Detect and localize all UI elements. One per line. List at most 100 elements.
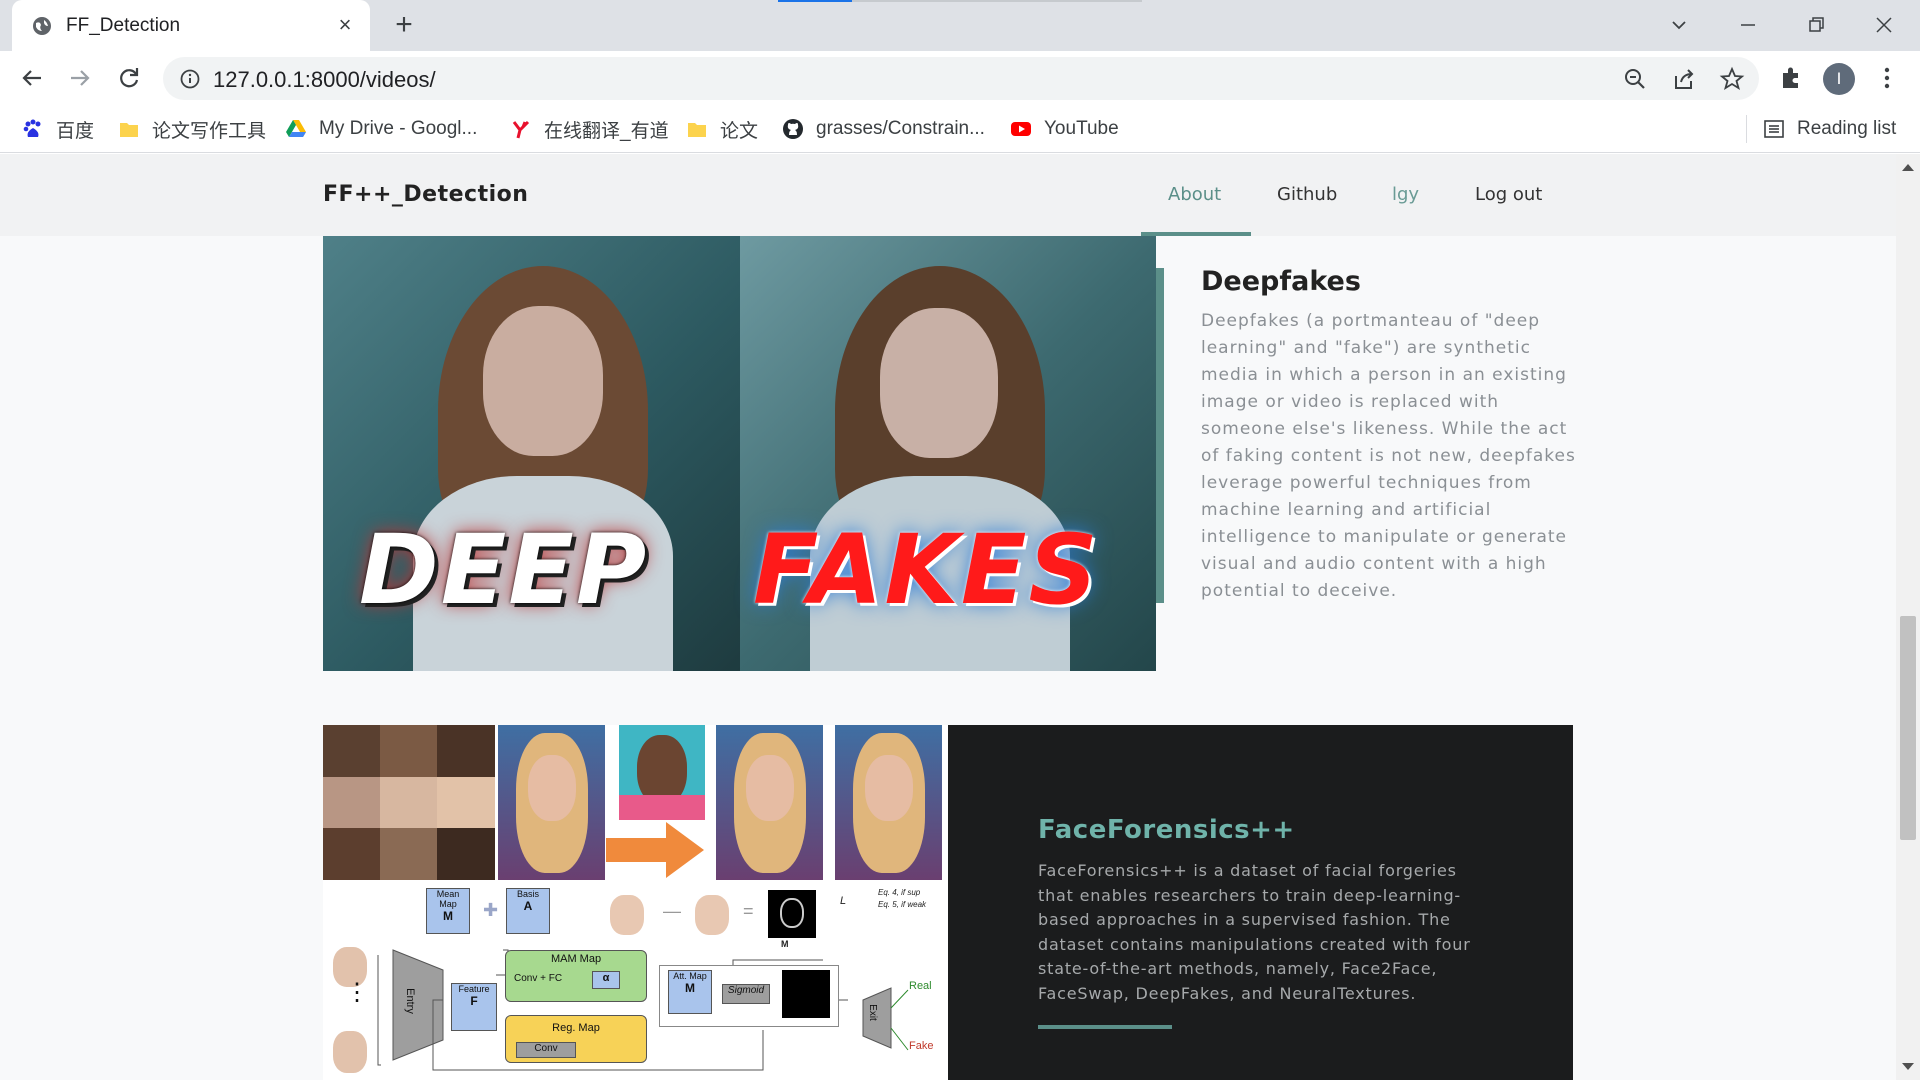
bookmark-label: grasses/Constrain... (816, 118, 985, 139)
face-grid (323, 725, 495, 880)
back-button[interactable] (17, 63, 47, 93)
bookmark-label: 论文 (720, 120, 759, 142)
youdao-icon (512, 120, 530, 139)
face-thumb (695, 895, 729, 935)
reload-button[interactable] (114, 63, 144, 93)
star-icon[interactable] (1719, 66, 1745, 92)
google-drive-icon (286, 120, 306, 137)
bookmark-youtube[interactable]: YouTube (1010, 115, 1119, 143)
bookmark-writing-tools[interactable]: 论文写作工具 (118, 115, 266, 143)
baidu-icon (23, 119, 41, 137)
face-thumb (610, 895, 644, 935)
attention-block: Att. Map M Sigmoid (659, 965, 839, 1027)
exit-block: Exit (866, 1004, 878, 1021)
arrow-icon (606, 822, 704, 878)
gt-mask-thumb (768, 890, 816, 938)
tab-search-icon[interactable] (1664, 10, 1694, 40)
basis-box: Basis A (506, 888, 550, 934)
extensions-icon[interactable] (1776, 63, 1806, 93)
menu-dots-icon[interactable] (1872, 63, 1902, 93)
youtube-icon (1011, 122, 1031, 136)
nav-about[interactable]: About (1168, 184, 1221, 205)
reading-list-icon (1764, 120, 1784, 138)
faceforensics-panel: FaceForensics++ FaceForensics++ is a dat… (948, 725, 1573, 1080)
scroll-thumb[interactable] (1900, 616, 1916, 840)
tab-strip: FF_Detection × + (0, 0, 1920, 51)
globe-icon (33, 17, 51, 35)
scroll-down-arrow-icon[interactable] (1902, 1063, 1914, 1070)
manipulated-face-thumb (716, 725, 823, 880)
feature-box: Feature F (451, 983, 497, 1031)
arrow-right-icon (71, 70, 90, 86)
mam-map-box: MAM Map Conv + FC α (505, 950, 647, 1002)
active-nav-indicator (1141, 232, 1251, 236)
sigmoid-box: Sigmoid (722, 984, 770, 1004)
minimize-button[interactable] (1733, 10, 1763, 40)
bookmark-label: YouTube (1044, 118, 1119, 139)
manipulated-face-thumb (835, 725, 942, 880)
reading-list-button[interactable]: Reading list (1763, 115, 1896, 143)
address-bar[interactable]: 127.0.0.1:8000/videos/ (163, 57, 1759, 100)
close-tab-icon[interactable]: × (334, 14, 356, 36)
source-face-thumb (498, 725, 605, 880)
fakes-word: FAKES (753, 514, 1100, 626)
bookmarks-divider (1746, 115, 1747, 143)
faceforensics-title: FaceForensics++ (1038, 815, 1295, 845)
browser-tab[interactable]: FF_Detection × (12, 0, 370, 51)
deepfakes-accent-bar (1156, 268, 1164, 603)
faceforensics-accent-rule (1038, 1025, 1172, 1029)
site-brand[interactable]: FF++_Detection (323, 182, 528, 207)
bookmark-youdao[interactable]: 在线翻译_有道 (510, 115, 669, 143)
folder-icon (120, 123, 138, 137)
mean-map-box: Mean Map M (426, 888, 470, 934)
deepfakes-title: Deepfakes (1201, 266, 1361, 297)
reload-icon (120, 68, 139, 88)
bookmark-github[interactable]: grasses/Constrain... (782, 115, 985, 143)
entry-block: Entry (403, 988, 416, 1014)
eq5-label: Eq. 5, if weak (878, 900, 927, 909)
minus-icon: — (663, 901, 681, 921)
faceforensics-description: FaceForensics++ is a dataset of facial f… (1038, 861, 1471, 1003)
page-scrollbar[interactable] (1896, 154, 1920, 1080)
scroll-up-arrow-icon[interactable] (1902, 164, 1914, 171)
att-map-box: Att. Map M (668, 970, 712, 1014)
bookmark-label: 在线翻译_有道 (544, 120, 669, 142)
folder-icon (688, 123, 706, 137)
bookmark-papers[interactable]: 论文 (686, 115, 758, 143)
deepfakes-image: DEEP FAKES (323, 236, 1156, 671)
forward-button[interactable] (65, 63, 95, 93)
nav-github[interactable]: Github (1277, 184, 1337, 205)
reg-map-box: Reg. Map Conv (505, 1015, 647, 1063)
bookmark-baidu[interactable]: 百度 (22, 115, 94, 143)
info-icon[interactable] (179, 68, 201, 90)
nav-logout[interactable]: Log out (1475, 184, 1542, 205)
l-map-label: L (840, 895, 847, 907)
new-tab-button[interactable]: + (390, 10, 418, 40)
browser-toolbar: 127.0.0.1:8000/videos/ I (0, 51, 1920, 105)
target-face-thumb (619, 725, 705, 820)
zoom-icon[interactable] (1622, 66, 1648, 92)
nav-user[interactable]: lgy (1392, 184, 1419, 205)
att-mask-thumb (782, 970, 830, 1018)
bookmark-label: 百度 (56, 120, 95, 142)
page-content: FF++_Detection About Github lgy Log out … (0, 154, 1896, 1080)
share-icon[interactable] (1671, 66, 1697, 92)
tab-title: FF_Detection (66, 15, 181, 36)
bookmark-label: My Drive - Googl... (319, 118, 478, 139)
loading-track (852, 0, 1142, 2)
real-label: Real (909, 980, 932, 992)
close-window-button[interactable] (1869, 10, 1899, 40)
bookmark-my-drive[interactable]: My Drive - Googl... (285, 115, 477, 143)
equals-icon: = (743, 901, 754, 921)
loading-indicator (778, 0, 852, 2)
restore-button[interactable] (1801, 10, 1831, 40)
faceforensics-figure: Mean Map M ✚ Basis A — = M L Eq. 4, if s… (323, 725, 948, 1080)
bookmark-label: 论文写作工具 (152, 120, 267, 142)
site-navbar: FF++_Detection About Github lgy Log out (0, 154, 1896, 236)
eq4-label: Eq. 4, if sup (878, 888, 921, 897)
plus-icon: ✚ (483, 900, 499, 920)
arrow-left-icon (22, 70, 41, 86)
deep-word: DEEP (359, 514, 649, 626)
profile-avatar[interactable]: I (1823, 63, 1855, 95)
url-text[interactable]: 127.0.0.1:8000/videos/ (213, 67, 436, 93)
